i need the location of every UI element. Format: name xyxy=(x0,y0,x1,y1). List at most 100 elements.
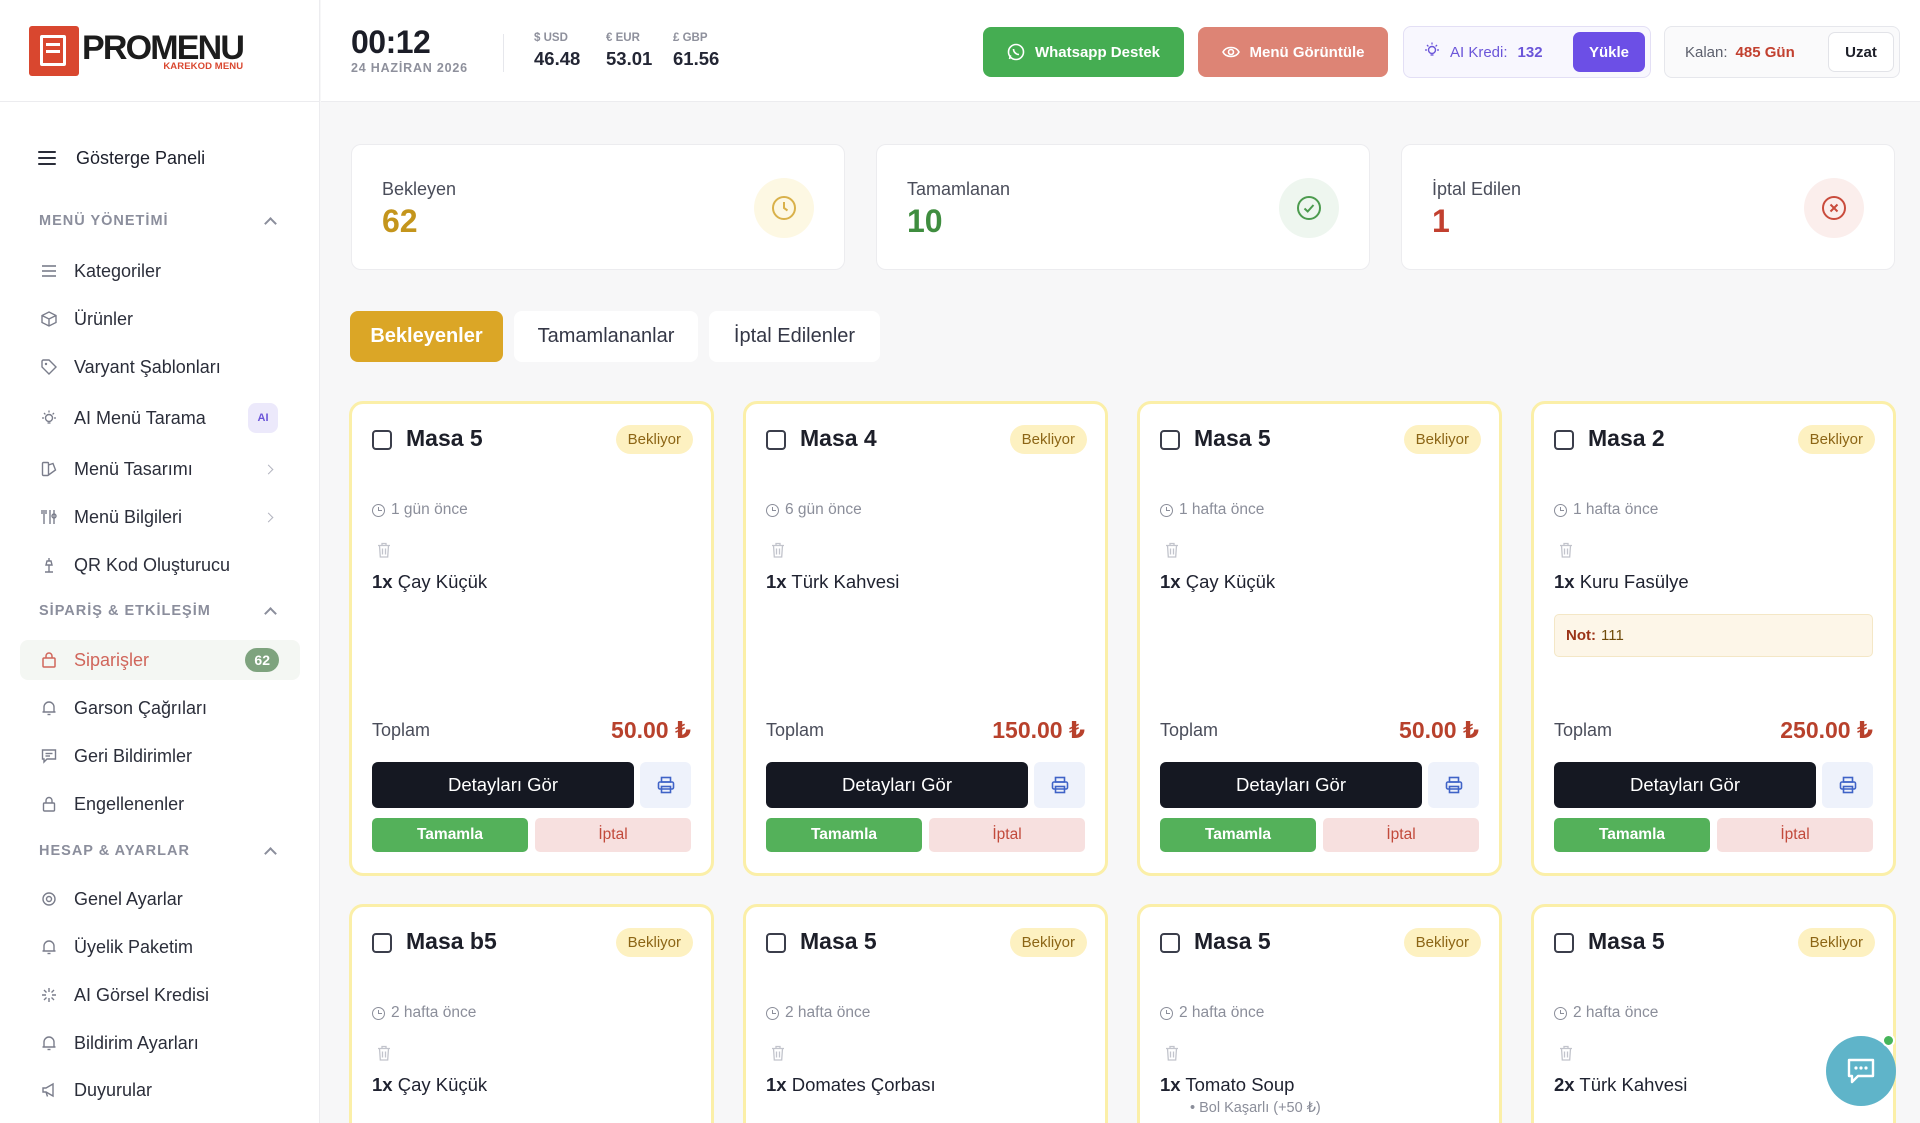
trash-icon[interactable] xyxy=(1559,542,1573,563)
cancel-button[interactable]: İptal xyxy=(929,818,1085,852)
view-details-button[interactable]: Detayları Gör xyxy=(1554,762,1816,808)
bulb-icon xyxy=(41,410,57,426)
cancel-button[interactable]: İptal xyxy=(1717,818,1873,852)
clock-icon xyxy=(1160,503,1173,517)
sidebar-item-general-settings[interactable]: Genel Ayarlar xyxy=(20,879,300,919)
top-header: 00:12 24 HAZİRAN 2026 $ USD 46.48 € EUR … xyxy=(321,0,1920,102)
sidebar-item-waiter-calls[interactable]: Garson Çağrıları xyxy=(20,688,300,728)
order-item-name: Çay Küçük xyxy=(1185,571,1276,592)
tab-cancelled[interactable]: İptal Edilenler xyxy=(709,311,880,362)
sidebar-item-label: Duyurular xyxy=(74,1079,153,1100)
menu-icon[interactable] xyxy=(38,151,56,165)
sidebar: PROMENU KAREKOD MENU Gösterge Paneli MEN… xyxy=(0,0,320,1123)
print-button[interactable] xyxy=(1034,762,1085,808)
trash-icon[interactable] xyxy=(1559,1045,1573,1066)
select-checkbox[interactable] xyxy=(372,430,392,450)
section-account-settings[interactable]: HESAP & AYARLAR xyxy=(39,843,279,860)
clock-time: 00:12 xyxy=(351,24,431,60)
sidebar-item-notification-settings[interactable]: Bildirim Ayarları xyxy=(20,1023,300,1063)
print-button[interactable] xyxy=(1822,762,1873,808)
select-checkbox[interactable] xyxy=(372,933,392,953)
status-badge: Bekliyor xyxy=(1009,425,1087,454)
bulb-icon xyxy=(1424,42,1440,63)
stat-label: Tamamlanan xyxy=(907,179,1011,199)
view-details-button[interactable]: Detayları Gör xyxy=(372,762,634,808)
extend-button[interactable]: Uzat xyxy=(1828,32,1894,72)
sidebar-item-menu-design[interactable]: Menü Tasarımı xyxy=(20,449,300,489)
sidebar-item-variant-templates[interactable]: Varyant Şablonları xyxy=(20,347,300,387)
cancel-button[interactable]: İptal xyxy=(1323,818,1479,852)
clock-icon xyxy=(1554,503,1567,517)
order-item: 1x Çay Küçük xyxy=(372,1074,487,1096)
trash-icon[interactable] xyxy=(771,542,785,563)
chevron-up-icon xyxy=(264,847,277,860)
sidebar-item-label: Bildirim Ayarları xyxy=(74,1032,199,1053)
select-checkbox[interactable] xyxy=(766,933,786,953)
order-card: Masa 5 Bekliyor 1 hafta önce 1x Çay Küçü… xyxy=(1137,401,1502,876)
section-menu-management[interactable]: MENÜ YÖNETİMİ xyxy=(39,213,279,230)
print-button[interactable] xyxy=(640,762,691,808)
sidebar-item-ai-image-credit[interactable]: AI Görsel Kredisi xyxy=(20,975,300,1015)
order-table: Masa b5 xyxy=(406,928,497,954)
section-orders-interaction[interactable]: SİPARİŞ & ETKİLEŞİM xyxy=(39,603,279,620)
trash-icon[interactable] xyxy=(377,542,391,563)
order-qty: 1x xyxy=(1554,571,1575,592)
whatsapp-icon xyxy=(1007,43,1025,61)
section-title: MENÜ YÖNETİMİ xyxy=(39,213,169,229)
clock-icon xyxy=(1554,1006,1567,1020)
order-qty: 2x xyxy=(1554,1074,1575,1095)
select-checkbox[interactable] xyxy=(766,430,786,450)
sidebar-item-membership[interactable]: Üyelik Paketim xyxy=(20,927,300,967)
chevron-up-icon xyxy=(264,217,277,230)
trash-icon[interactable] xyxy=(1165,1045,1179,1066)
sidebar-item-categories[interactable]: Kategoriler xyxy=(20,251,300,291)
tab-completed[interactable]: Tamamlananlar xyxy=(514,311,698,362)
sidebar-item-blocked[interactable]: Engellenenler xyxy=(20,784,300,824)
complete-button[interactable]: Tamamla xyxy=(372,818,528,852)
view-details-button[interactable]: Detayları Gör xyxy=(766,762,1028,808)
select-checkbox[interactable] xyxy=(1554,430,1574,450)
sidebar-item-label: Genel Ayarlar xyxy=(74,888,183,909)
order-item: 1x Tomato Soup xyxy=(1160,1074,1294,1096)
logo-mark-icon xyxy=(29,25,79,76)
cancel-button[interactable]: İptal xyxy=(535,818,691,852)
trash-icon[interactable] xyxy=(377,1045,391,1066)
dashboard-link[interactable]: Gösterge Paneli xyxy=(38,134,205,182)
view-details-button[interactable]: Detayları Gör xyxy=(1160,762,1422,808)
load-credit-button[interactable]: Yükle xyxy=(1573,32,1645,72)
sidebar-item-orders[interactable]: Siparişler 62 xyxy=(20,640,300,680)
logo[interactable]: PROMENU KAREKOD MENU xyxy=(0,0,319,102)
complete-button[interactable]: Tamamla xyxy=(766,818,922,852)
complete-button[interactable]: Tamamla xyxy=(1554,818,1710,852)
trash-icon[interactable] xyxy=(1165,542,1179,563)
sidebar-item-ai-menu-scan[interactable]: AI Menü Tarama AI xyxy=(20,398,300,438)
whatsapp-support-label: Whatsapp Destek xyxy=(1034,43,1161,61)
select-checkbox[interactable] xyxy=(1160,430,1180,450)
trash-icon[interactable] xyxy=(771,1045,785,1066)
whatsapp-support-button[interactable]: Whatsapp Destek xyxy=(983,27,1184,77)
select-checkbox[interactable] xyxy=(1160,933,1180,953)
order-item: 1x Kuru Fasülye xyxy=(1554,571,1689,593)
order-qty: 1x xyxy=(372,571,393,592)
order-card: Masa 5 Bekliyor 2 hafta önce 1x Domates … xyxy=(743,904,1108,1123)
sidebar-item-menu-info[interactable]: Menü Bilgileri xyxy=(20,497,300,537)
sidebar-item-qr-generator[interactable]: QR Kod Oluşturucu xyxy=(20,545,300,585)
select-checkbox[interactable] xyxy=(1554,933,1574,953)
sidebar-item-products[interactable]: Ürünler xyxy=(20,299,300,339)
sidebar-item-announcements[interactable]: Duyurular xyxy=(20,1070,300,1110)
stat-label: Bekleyen xyxy=(382,179,457,199)
view-menu-button[interactable]: Menü Görüntüle xyxy=(1198,27,1388,77)
box-icon xyxy=(41,311,57,327)
qr-icon xyxy=(41,557,57,573)
print-button[interactable] xyxy=(1428,762,1479,808)
total-value: 150.00 ₺ xyxy=(992,717,1085,743)
sidebar-item-feedback[interactable]: Geri Bildirimler xyxy=(20,736,300,776)
ai-credit-value: 132 xyxy=(1517,43,1543,61)
complete-button[interactable]: Tamamla xyxy=(1160,818,1316,852)
order-time: 2 hafta önce xyxy=(1160,1004,1264,1022)
tab-pending[interactable]: Bekleyenler xyxy=(350,311,503,362)
order-time: 1 hafta önce xyxy=(1160,501,1264,519)
x-circle-icon xyxy=(1804,178,1864,238)
sidebar-item-label: AI Menü Tarama xyxy=(74,407,206,428)
section-title: SİPARİŞ & ETKİLEŞİM xyxy=(39,603,211,619)
